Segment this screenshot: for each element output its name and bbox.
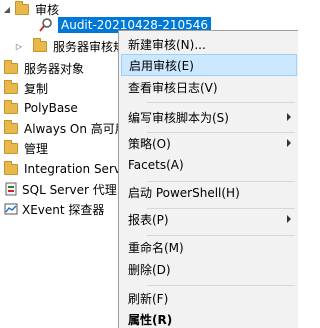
menu-item-label: 新建审核(N)... (128, 37, 206, 52)
tree-node-label: XEvent 探查器 (22, 202, 105, 217)
menu-item-label: Facets(A) (128, 158, 184, 172)
folder-icon (4, 99, 18, 114)
folder-icon (33, 37, 47, 52)
collapse-arrow-icon[interactable]: ◢ (2, 4, 12, 14)
tree-node-always-on[interactable]: Always On 高可用 (4, 118, 127, 138)
tree-node-label: Integration Servic (24, 162, 131, 176)
tree-node-server-objects[interactable]: 服务器对象 (4, 58, 84, 78)
expand-arrow-icon[interactable]: ▷ (14, 41, 24, 51)
tree-node-label: 管理 (24, 141, 49, 156)
menu-item-new-audit[interactable]: 新建审核(N)... (121, 33, 297, 55)
menu-item-label: 启用审核(E) (129, 58, 194, 73)
tree-node-management[interactable]: 管理 (4, 138, 48, 158)
menu-item-script-audit-as[interactable]: 编写审核脚本为(S) (121, 106, 297, 128)
menu-item-label: 删除(D) (128, 262, 171, 277)
menu-item-label: 启动 PowerShell(H) (128, 185, 240, 200)
menu-item-view-audit-logs[interactable]: 查看审核日志(V) (121, 76, 297, 98)
tree-node-label: 复制 (24, 81, 49, 96)
tree-node-label: SQL Server 代理 (22, 182, 117, 197)
submenu-arrow-icon (287, 215, 291, 223)
menu-item-label: 查看审核日志(V) (128, 80, 218, 95)
menu-item-label: 策略(O) (128, 136, 171, 151)
menu-separator (147, 285, 295, 286)
menu-item-label: 属性(R) (128, 312, 173, 327)
tree-node-integration-services[interactable]: Integration Servic (4, 159, 131, 179)
tree-node-replication[interactable]: 复制 (4, 78, 48, 98)
menu-item-delete[interactable]: 删除(D) (121, 258, 297, 280)
context-menu: 新建审核(N)... 启用审核(E) 查看审核日志(V) 编写审核脚本为(S) … (118, 30, 298, 328)
menu-item-properties[interactable]: 属性(R) (121, 308, 297, 328)
menu-item-label: 报表(P) (128, 212, 169, 227)
menu-item-label: 编写审核脚本为(S) (128, 110, 229, 125)
menu-item-policies[interactable]: 策略(O) (121, 132, 297, 154)
folder-icon (15, 0, 29, 15)
submenu-arrow-icon (287, 113, 291, 121)
tree-node-xevent-profiler[interactable]: XEvent 探查器 (4, 199, 104, 219)
folder-icon (4, 160, 18, 175)
xevent-profiler-icon (4, 202, 18, 216)
tree-node-label: Always On 高可用 (24, 121, 127, 136)
folder-icon (4, 119, 18, 134)
menu-item-refresh[interactable]: 刷新(F) (121, 287, 297, 309)
folder-icon (4, 139, 18, 154)
folder-icon (4, 79, 18, 94)
folder-icon (4, 59, 18, 74)
audit-search-icon (38, 17, 54, 33)
tree-node-label: 服务器对象 (24, 61, 85, 76)
menu-item-facets[interactable]: Facets(A) (121, 154, 297, 176)
menu-item-label: 重命名(M) (128, 240, 184, 255)
menu-item-start-powershell[interactable]: 启动 PowerShell(H) (121, 181, 297, 203)
menu-item-label: 刷新(F) (128, 291, 169, 306)
tree-node-polybase[interactable]: PolyBase (4, 98, 78, 118)
tree-node-label: PolyBase (24, 101, 78, 115)
menu-separator (147, 102, 295, 103)
tree-node-sql-server-agent[interactable]: SQL Server 代理 (4, 179, 117, 199)
menu-item-rename[interactable]: 重命名(M) (121, 236, 297, 258)
menu-item-reports[interactable]: 报表(P) (121, 208, 297, 230)
menu-item-enable-audit[interactable]: 启用审核(E) (121, 54, 297, 76)
object-explorer: ◢ 审核 Audit-20210428-210546 ▷ 服务器审核规范 服务器… (0, 0, 298, 328)
sql-agent-icon (4, 182, 18, 196)
submenu-arrow-icon (287, 139, 291, 147)
